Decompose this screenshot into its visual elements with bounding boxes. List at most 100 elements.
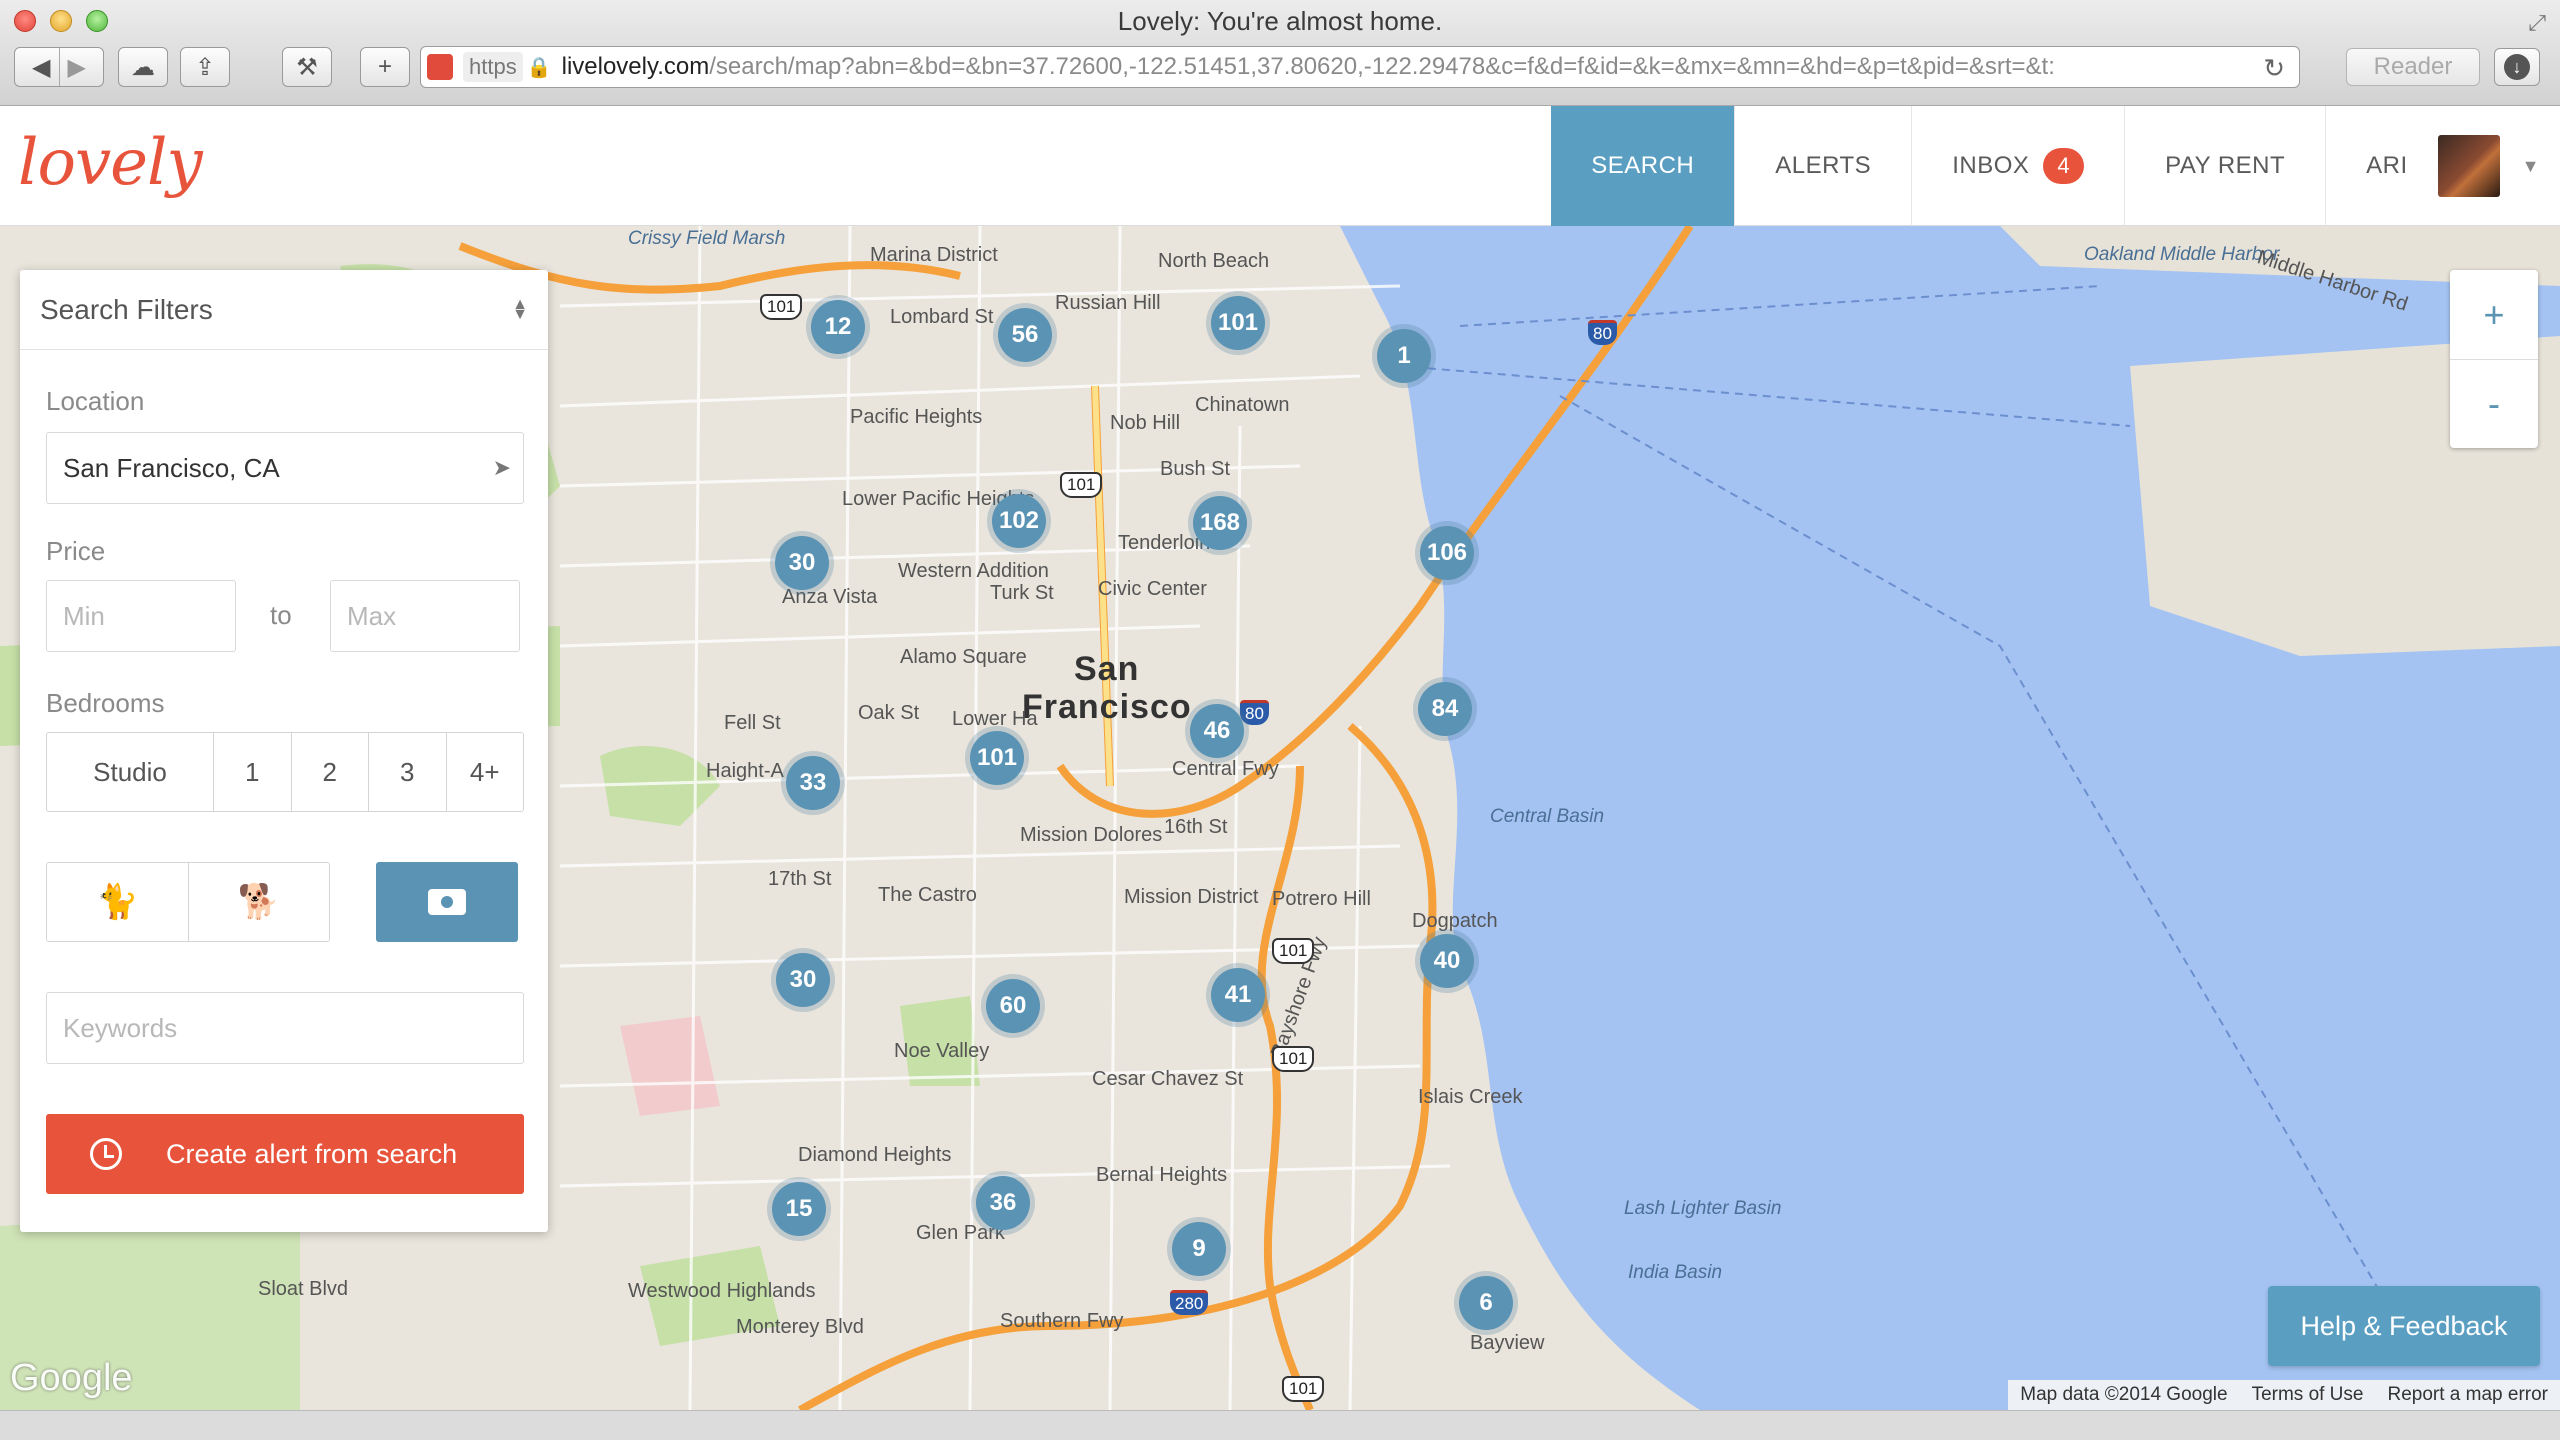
us-101-shield-icon: 101: [1272, 1046, 1315, 1072]
lovely-logo[interactable]: lovely: [18, 126, 203, 200]
listing-cluster[interactable]: 30: [770, 531, 834, 595]
listing-cluster[interactable]: 101: [965, 726, 1029, 790]
us-101-shield-icon: 101: [760, 294, 803, 320]
nav-inbox[interactable]: INBOX 4: [1911, 106, 2124, 226]
forward-arrow-icon[interactable]: ▶: [60, 53, 94, 82]
price-min-input[interactable]: Min: [46, 580, 236, 652]
chevron-down-icon: ▼: [2521, 155, 2540, 176]
cluster-count: 106: [1420, 526, 1474, 580]
horizontal-scrollbar[interactable]: [0, 1410, 2560, 1440]
bedroom-option-4-plus[interactable]: 4+: [445, 733, 524, 811]
bedroom-option-3[interactable]: 3: [368, 733, 446, 811]
help-feedback-button[interactable]: Help & Feedback: [2268, 1286, 2540, 1366]
new-tab-button[interactable]: +: [360, 47, 410, 87]
url-path: /search/map?abn=&bd=&bn=37.72600,-122.51…: [709, 53, 2055, 80]
map-label: Western Addition: [898, 560, 1049, 582]
cluster-count: 41: [1211, 968, 1265, 1022]
bedrooms-selector: Studio 1 2 3 4+: [46, 732, 524, 812]
cluster-count: 101: [970, 731, 1024, 785]
listing-cluster[interactable]: 33: [781, 751, 845, 815]
location-value: San Francisco, CA: [63, 452, 280, 483]
url-scheme: https: [463, 52, 523, 82]
downloads-button[interactable]: ↓: [2494, 48, 2540, 86]
location-arrow-icon[interactable]: ➤: [493, 455, 511, 481]
cluster-count: 1: [1377, 329, 1431, 383]
price-label: Price: [46, 536, 106, 566]
cluster-count: 30: [776, 953, 830, 1007]
create-alert-button[interactable]: Create alert from search: [46, 1114, 524, 1194]
reload-icon[interactable]: ↻: [2263, 53, 2285, 84]
address-bar[interactable]: https 🔒 livelovely.com /search/map?abn=&…: [420, 46, 2300, 88]
i-280-shield-icon: 280: [1170, 1290, 1209, 1315]
listing-cluster[interactable]: 9: [1167, 1217, 1231, 1281]
listing-cluster[interactable]: 15: [767, 1177, 831, 1241]
map-label: Civic Center: [1098, 578, 1207, 600]
listing-cluster[interactable]: 101: [1206, 291, 1270, 355]
map-label: Turk St: [990, 582, 1054, 604]
map-label: Bernal Heights: [1096, 1164, 1228, 1186]
price-max-input[interactable]: Max: [330, 580, 520, 652]
listing-cluster[interactable]: 41: [1206, 963, 1270, 1027]
map-label: Lombard St: [890, 306, 994, 328]
listing-cluster[interactable]: 30: [771, 948, 835, 1012]
zoom-out-button[interactable]: -: [2450, 359, 2538, 448]
filters-header[interactable]: Search Filters ▲ ▼: [20, 270, 548, 350]
dogs-allowed-toggle[interactable]: 🐕: [187, 863, 330, 941]
nav-pay-rent[interactable]: PAY RENT: [2124, 106, 2325, 226]
terms-of-use-link[interactable]: Terms of Use: [2240, 1384, 2376, 1406]
location-label: Location: [46, 386, 145, 416]
window-title: Lovely: You're almost home.: [1117, 6, 1443, 36]
google-logo[interactable]: Google: [10, 1357, 133, 1400]
listing-cluster[interactable]: 60: [981, 974, 1045, 1038]
location-input[interactable]: San Francisco, CA ➤: [46, 432, 524, 504]
nav-search[interactable]: SEARCH: [1551, 106, 1735, 226]
bedroom-option-2[interactable]: 2: [290, 733, 369, 811]
search-filters-panel: Search Filters ▲ ▼ Location San Francisco…: [20, 270, 548, 1232]
url-domain: livelovely.com: [561, 53, 710, 80]
lock-icon: 🔒: [526, 56, 552, 79]
back-arrow-icon[interactable]: ◀: [24, 53, 58, 82]
cluster-count: 6: [1459, 1276, 1513, 1330]
listing-cluster[interactable]: 6: [1454, 1271, 1518, 1335]
map-label: 17th St: [768, 868, 832, 890]
listing-cluster[interactable]: 102: [987, 489, 1051, 553]
listing-cluster[interactable]: 12: [806, 295, 870, 359]
expand-collapse-icon[interactable]: ▲ ▼: [512, 296, 528, 322]
listing-cluster[interactable]: 36: [971, 1171, 1035, 1235]
icloud-tabs-button[interactable]: ☁: [118, 47, 168, 87]
has-photos-toggle[interactable]: [376, 862, 518, 942]
listing-cluster[interactable]: 56: [993, 303, 1057, 367]
map-label: Diamond Heights: [798, 1144, 952, 1166]
user-menu[interactable]: ARI ▼: [2325, 106, 2560, 226]
map-label: Potrero Hill: [1272, 888, 1371, 910]
price-to-label: to: [270, 600, 292, 630]
download-icon: ↓: [2504, 54, 2530, 80]
listing-cluster[interactable]: 40: [1415, 929, 1479, 993]
app-header: lovely SEARCH ALERTS INBOX 4 PAY RENT AR…: [0, 106, 2560, 226]
listing-cluster[interactable]: 84: [1413, 677, 1477, 741]
listing-cluster[interactable]: 46: [1185, 699, 1249, 763]
fullscreen-icon[interactable]: ⤢: [2528, 10, 2546, 36]
bedrooms-label: Bedrooms: [46, 688, 165, 718]
keywords-input[interactable]: Keywords: [46, 992, 524, 1064]
share-button[interactable]: ⇪: [180, 47, 230, 87]
report-map-error-link[interactable]: Report a map error: [2375, 1384, 2560, 1406]
bedroom-option-studio[interactable]: Studio: [47, 733, 213, 811]
reader-button[interactable]: Reader: [2346, 48, 2480, 86]
map-label: Chinatown: [1195, 394, 1290, 416]
cats-allowed-toggle[interactable]: 🐈: [47, 863, 188, 941]
developer-tools-button[interactable]: ⚒: [282, 47, 332, 87]
map-label: Haight-A: [706, 760, 784, 782]
map-label: Sloat Blvd: [258, 1278, 349, 1300]
listing-cluster[interactable]: 168: [1188, 491, 1252, 555]
map-label: Oak St: [858, 702, 920, 724]
zoom-in-button[interactable]: +: [2450, 270, 2538, 359]
nav-alerts[interactable]: ALERTS: [1734, 106, 1911, 226]
bedroom-option-1[interactable]: 1: [213, 733, 291, 811]
wrench-icon: ⚒: [296, 53, 318, 81]
map-label: North Beach: [1158, 250, 1270, 272]
map-attribution: Map data ©2014 Google Terms of Use Repor…: [2008, 1380, 2560, 1410]
filters-title: Search Filters: [40, 293, 213, 325]
listing-cluster[interactable]: 1: [1372, 324, 1436, 388]
listing-cluster[interactable]: 106: [1415, 521, 1479, 585]
